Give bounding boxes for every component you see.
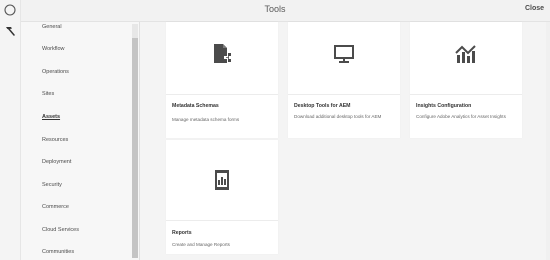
sidebar-item-deployment[interactable]: Deployment — [42, 159, 71, 165]
hammer-icon[interactable] — [3, 24, 17, 38]
sidebar-item-general[interactable]: General — [42, 24, 62, 30]
sidebar-scroll-thumb[interactable] — [132, 38, 138, 258]
compass-icon[interactable] — [3, 3, 17, 17]
card-title: Reports — [172, 230, 192, 236]
left-rail — [0, 0, 21, 260]
card-thumbnail — [410, 22, 522, 95]
card-insights-configuration[interactable]: Insights Configuration Configure Adobe A… — [410, 22, 522, 138]
close-button[interactable]: Close — [525, 5, 544, 12]
sidebar-item-operations[interactable]: Operations — [42, 69, 69, 75]
report-document-icon — [215, 170, 229, 190]
card-desktop-tools[interactable]: Desktop Tools for AEM Download additiona… — [288, 22, 400, 138]
top-bar: Tools Close — [0, 0, 550, 22]
sidebar-item-cloud-services[interactable]: Cloud Services — [42, 227, 79, 233]
card-description: Create and Manage Reports — [172, 242, 230, 247]
card-thumbnail — [166, 140, 278, 221]
card-description: Manage metadata schema forms — [172, 117, 240, 122]
card-description: Download additional desktop tools for AE… — [294, 114, 382, 119]
card-description: Configure Adobe Analytics for Asset Insi… — [416, 114, 506, 119]
monitor-icon — [334, 45, 354, 63]
content-scrollbar[interactable] — [546, 22, 550, 260]
category-sidebar: General Workflow Operations Sites Assets… — [21, 22, 140, 260]
sidebar-item-workflow[interactable]: Workflow — [42, 46, 65, 52]
sidebar-item-resources[interactable]: Resources — [42, 137, 68, 143]
sidebar-item-security[interactable]: Security — [42, 182, 62, 188]
sidebar-item-communities[interactable]: Communities — [42, 249, 74, 255]
sidebar-scrollbar[interactable] — [132, 24, 138, 258]
card-thumbnail — [166, 22, 278, 95]
chart-insights-icon — [455, 45, 476, 63]
card-title: Insights Configuration — [416, 103, 472, 109]
schema-document-icon — [214, 44, 231, 63]
card-reports[interactable]: Reports Create and Manage Reports — [166, 140, 278, 254]
page-title: Tools — [264, 4, 286, 14]
sidebar-item-sites[interactable]: Sites — [42, 91, 54, 97]
card-thumbnail — [288, 22, 400, 95]
card-title: Metadata Schemas — [172, 103, 219, 109]
sidebar-item-assets[interactable]: Assets — [42, 114, 60, 120]
card-title: Desktop Tools for AEM — [294, 103, 351, 109]
sidebar-item-commerce[interactable]: Commerce — [42, 204, 69, 210]
card-metadata-schemas[interactable]: Metadata Schemas Manage metadata schema … — [166, 22, 278, 138]
